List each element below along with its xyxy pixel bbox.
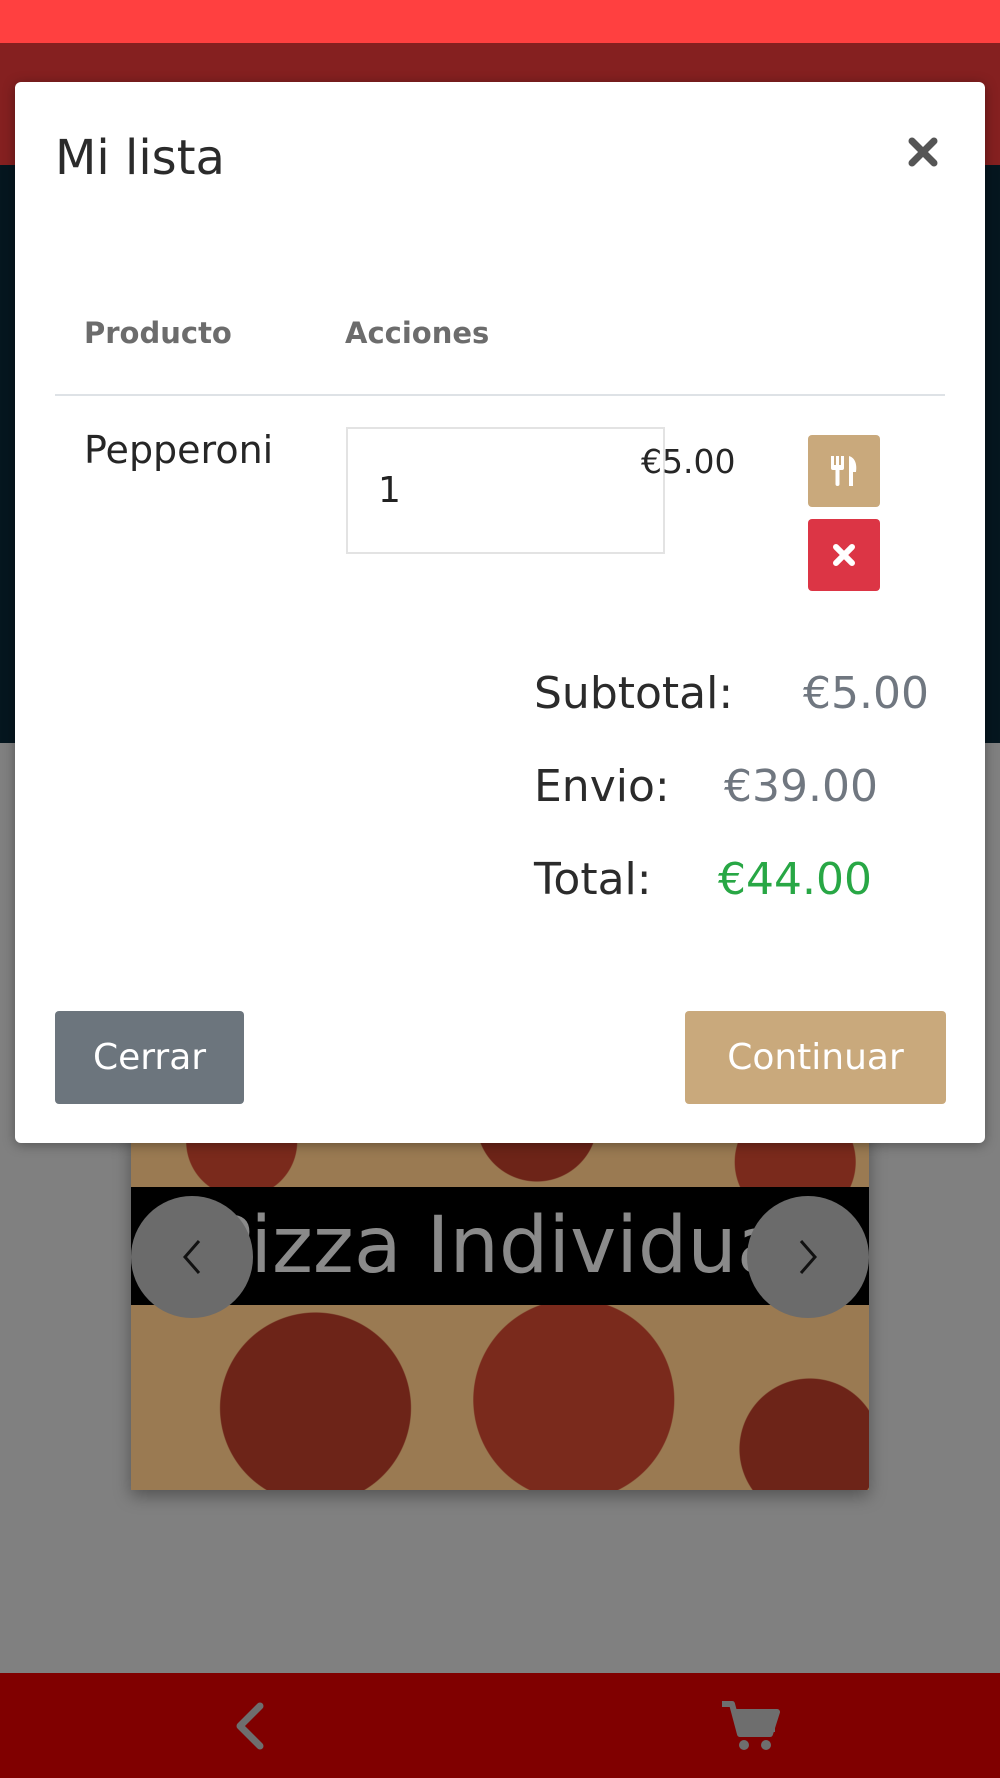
remove-item-button[interactable] — [808, 519, 880, 591]
bottom-navigation-bar — [0, 1673, 1000, 1778]
utensils-icon — [831, 456, 857, 486]
back-arrow-icon — [236, 1702, 264, 1749]
subtotal-label: Subtotal: — [534, 668, 734, 719]
carousel-prev-button[interactable] — [131, 1196, 253, 1318]
chevron-left-icon — [183, 1240, 201, 1274]
continuar-button[interactable]: Continuar — [685, 1011, 946, 1104]
quantity-input[interactable] — [346, 427, 665, 554]
modal-close-button[interactable] — [903, 132, 943, 172]
column-header-product: Producto — [84, 316, 232, 350]
product-name: Pepperoni — [84, 428, 274, 472]
subtotal-value: €5.00 — [803, 668, 929, 719]
close-icon — [908, 137, 938, 167]
dine-option-button[interactable] — [808, 435, 880, 507]
column-header-actions: Acciones — [345, 316, 490, 350]
table-divider — [55, 394, 945, 396]
cart-button[interactable] — [690, 1673, 810, 1778]
remove-icon — [833, 544, 855, 566]
cart-icon — [722, 1700, 780, 1750]
shipping-value: €39.00 — [724, 761, 878, 812]
chevron-right-icon — [799, 1240, 817, 1274]
product-price: €5.00 — [641, 442, 736, 481]
carousel-next-button[interactable] — [747, 1196, 869, 1318]
shipping-label: Envio: — [534, 761, 670, 812]
modal-title: Mi lista — [55, 130, 225, 186]
total-value: €44.00 — [718, 854, 872, 905]
total-label: Total: — [534, 854, 652, 905]
status-bar — [0, 0, 1000, 43]
cerrar-button[interactable]: Cerrar — [55, 1011, 244, 1104]
back-button[interactable] — [190, 1673, 310, 1778]
cart-modal: Mi lista Producto Acciones Pepperoni €5.… — [15, 82, 985, 1143]
